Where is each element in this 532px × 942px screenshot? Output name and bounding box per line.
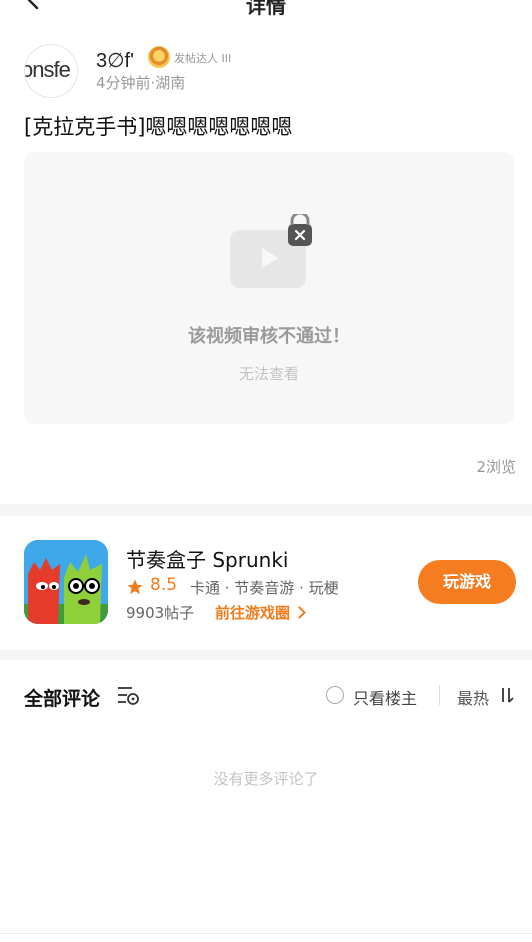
view-count: 2浏览 xyxy=(476,458,516,476)
video-status-text: 该视频审核不通过！ xyxy=(188,326,350,347)
divider xyxy=(439,685,440,705)
play-game-button[interactable]: 玩游戏 xyxy=(418,560,516,604)
sort-icon[interactable] xyxy=(499,686,515,704)
only-owner-radio[interactable] xyxy=(326,686,344,704)
game-name[interactable]: 节奏盒子 Sprunki xyxy=(126,544,288,573)
no-more-comments-text: 没有更多评论了 xyxy=(213,770,319,788)
comments-header: 全部评论 只看楼主 最热 xyxy=(0,660,532,730)
badge-label: 发帖达人 III xyxy=(174,52,232,65)
video-status-subtext: 无法查看 xyxy=(238,365,299,383)
locked-video-icon xyxy=(230,214,312,288)
post-title: [克拉克手书]嗯嗯嗯嗯嗯嗯嗯 xyxy=(24,115,293,139)
go-to-game-circle-link[interactable]: 前往游戏圈 xyxy=(215,602,304,623)
page-title: 详情 xyxy=(246,0,286,18)
author-row: onsfe 3∅f' 发帖达人 III 4分钟前·湖南 xyxy=(24,44,514,98)
author-name[interactable]: 3∅f' xyxy=(96,48,134,73)
game-icon[interactable] xyxy=(24,540,108,624)
avatar-text: onsfe xyxy=(24,57,71,82)
video-placeholder: 该视频审核不通过！ 无法查看 xyxy=(24,152,514,424)
star-icon xyxy=(127,579,143,595)
avatar[interactable]: onsfe xyxy=(24,44,78,98)
poster-badge-icon xyxy=(148,46,170,68)
sort-hot-label[interactable]: 最热 xyxy=(457,685,489,709)
bottom-divider xyxy=(0,933,532,934)
game-post-count: 9903帖子 xyxy=(126,604,195,622)
only-owner-label[interactable]: 只看楼主 xyxy=(353,685,417,709)
top-bar: 详情 xyxy=(0,0,532,22)
comments-title: 全部评论 xyxy=(24,688,101,710)
section-divider xyxy=(0,504,532,516)
section-divider xyxy=(0,650,532,660)
game-tags: 卡通 · 节奏音游 · 玩梗 xyxy=(190,579,339,597)
game-rating: 8.5 xyxy=(150,575,178,595)
filter-icon[interactable] xyxy=(116,684,140,706)
game-card[interactable]: 节奏盒子 Sprunki 8.5 卡通 · 节奏音游 · 玩梗 9903帖子 前… xyxy=(0,516,532,650)
post-time-location: 4分钟前·湖南 xyxy=(96,74,186,92)
